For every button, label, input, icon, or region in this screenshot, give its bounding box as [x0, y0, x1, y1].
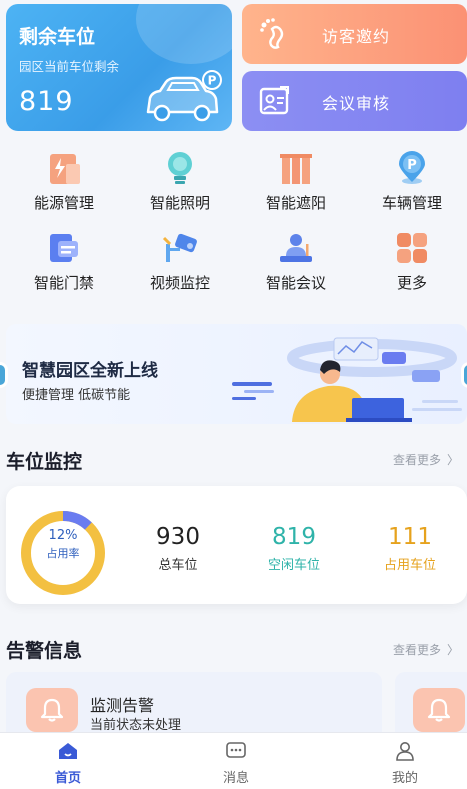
occupancy-text: 12% 占用率 — [18, 528, 108, 561]
visitor-invite-button[interactable]: 访客邀约 — [242, 4, 467, 64]
alarm-info-title: 告警信息 — [6, 640, 83, 662]
energy-icon — [50, 154, 80, 184]
remaining-parking-card[interactable]: 剩余车位 园区当前车位剩余 819 P — [6, 4, 232, 131]
promo-banner[interactable]: 智慧园区全新上线 便捷管理 低碳节能 — [6, 324, 467, 424]
car-parking-icon: P — [146, 70, 222, 122]
parking-monitor-title: 车位监控 — [6, 451, 83, 473]
message-icon — [226, 742, 246, 758]
bottom-tab-bar: 首页 消息 我的 — [0, 732, 467, 789]
user-icon — [396, 742, 414, 761]
grid-label-lighting: 智能照明 — [149, 194, 210, 212]
meeting-review-label: 会议审核 — [322, 94, 391, 113]
app-home-page: 剩余车位 园区当前车位剩余 819 P 访客邀约 会议审核 能源管理 智能照明 … — [0, 0, 467, 789]
function-grid: 能源管理 智能照明 智能遮阳 P 车辆管理 智能门禁 视频监控 智能会议 更多 — [0, 146, 467, 306]
grid-label-video: 视频监控 — [149, 274, 210, 292]
banner-next-arrow[interactable] — [461, 362, 467, 388]
grid-item-vehicle[interactable]: P 车辆管理 — [354, 146, 467, 218]
parking-monitor-card: 12% 占用率 930 总车位 819 空闲车位 111 占用车位 — [6, 486, 467, 604]
svg-text:P: P — [208, 74, 217, 88]
donut-occupied-arc — [62, 511, 92, 530]
meeting-review-button[interactable]: 会议审核 — [242, 71, 467, 131]
parking-card-title: 剩余车位 — [19, 26, 96, 48]
alarm-title: 监测告警 — [90, 696, 155, 715]
bell-icon-box — [26, 688, 78, 732]
grid-label-shading: 智能遮阳 — [265, 194, 326, 212]
bell-icon — [40, 698, 64, 722]
conference-icon — [280, 234, 312, 262]
remaining-parking-count: 819 — [19, 86, 74, 117]
stat-total-spaces: 930 总车位 — [128, 524, 228, 573]
blinds-icon — [280, 154, 312, 184]
grid-label-vehicle: 车辆管理 — [381, 194, 442, 212]
occupancy-percent: 12% — [48, 528, 78, 543]
grid-item-more[interactable]: 更多 — [354, 226, 467, 298]
stat-free-spaces: 819 空闲车位 — [244, 524, 344, 573]
tab-home[interactable]: 首页 — [28, 741, 108, 786]
bell-icon — [427, 698, 451, 722]
tab-profile[interactable]: 我的 — [365, 741, 445, 786]
grid-item-lighting[interactable]: 智能照明 — [122, 146, 238, 218]
banner-subtitle: 便捷管理 低碳节能 — [22, 388, 131, 403]
parking-monitor-see-more[interactable]: 查看更多〉 — [393, 451, 459, 468]
camera-icon — [162, 233, 197, 262]
stat-value: 930 — [156, 524, 200, 550]
banner-title: 智慧园区全新上线 — [22, 361, 158, 381]
grid-label-access: 智能门禁 — [33, 274, 94, 292]
meeting-review-icon — [259, 86, 289, 115]
svg-text:P: P — [407, 158, 417, 173]
card-decoration — [136, 4, 232, 64]
footprint-icon — [260, 18, 284, 49]
home-icon — [59, 743, 77, 759]
occupancy-label: 占用率 — [46, 547, 80, 560]
alarm-info-see-more[interactable]: 查看更多〉 — [393, 641, 459, 658]
grid-label-more: 更多 — [396, 274, 427, 292]
parking-pin-icon: P — [399, 151, 425, 184]
bell-icon-box — [413, 688, 465, 732]
grid-label-energy: 能源管理 — [33, 194, 94, 212]
banner-prev-arrow[interactable] — [0, 362, 8, 388]
stat-label: 占用车位 — [383, 558, 436, 573]
stat-value: 819 — [272, 524, 316, 550]
stat-label: 空闲车位 — [267, 558, 320, 573]
grid-item-conference[interactable]: 智能会议 — [238, 226, 354, 298]
grid-item-energy[interactable]: 能源管理 — [6, 146, 122, 218]
see-more-label: 查看更多 — [392, 453, 441, 467]
stat-label: 总车位 — [158, 558, 198, 573]
grid-item-access[interactable]: 智能门禁 — [6, 226, 122, 298]
banner-illustration — [232, 337, 462, 422]
tab-label: 消息 — [222, 771, 249, 786]
alarm-status: 当前状态未处理 — [90, 718, 182, 733]
chevron-right-icon: 〉 — [446, 453, 459, 467]
parking-card-subtitle: 园区当前车位剩余 — [19, 59, 120, 74]
visitor-invite-label: 访客邀约 — [322, 27, 391, 46]
see-more-label: 查看更多 — [392, 643, 441, 657]
more-grid-icon — [397, 233, 427, 263]
stat-occupied-spaces: 111 占用车位 — [360, 524, 460, 573]
grid-item-shading[interactable]: 智能遮阳 — [238, 146, 354, 218]
grid-item-video[interactable]: 视频监控 — [122, 226, 238, 298]
stat-value: 111 — [388, 524, 432, 550]
grid-label-conference: 智能会议 — [265, 274, 326, 292]
tab-label: 我的 — [391, 771, 418, 786]
bulb-icon — [168, 152, 192, 184]
tab-messages[interactable]: 消息 — [196, 741, 276, 786]
chevron-right-icon: 〉 — [446, 643, 459, 657]
tab-label: 首页 — [54, 771, 81, 786]
access-card-icon — [50, 234, 78, 262]
